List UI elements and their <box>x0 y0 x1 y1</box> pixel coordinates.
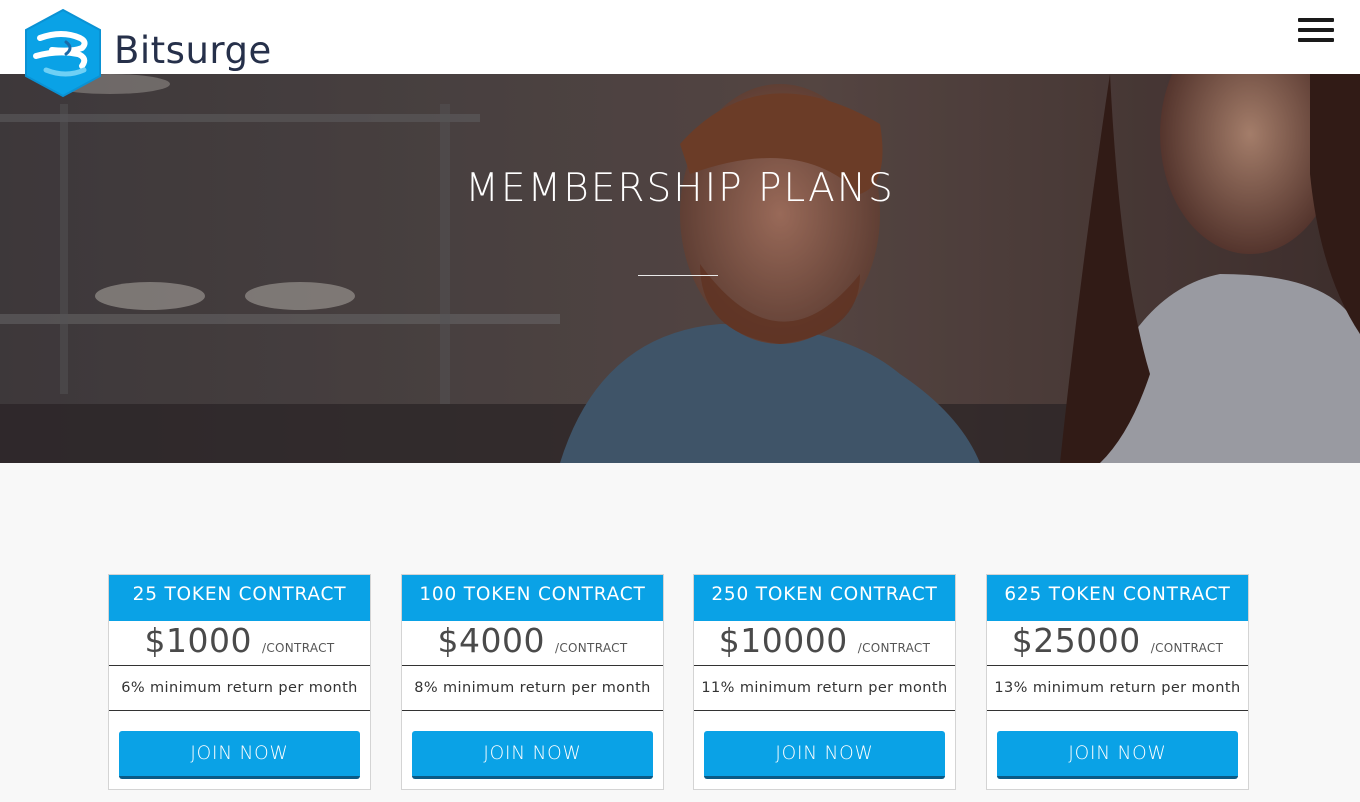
hero-background-image <box>0 74 1360 463</box>
plan-return: 6% minimum return per month <box>109 666 370 711</box>
plan-card: 100 TOKEN CONTRACT $4000 /CONTRACT 8% mi… <box>401 574 664 790</box>
plan-card: 625 TOKEN CONTRACT $25000 /CONTRACT 13% … <box>986 574 1249 790</box>
plan-price: $25000 <box>1011 621 1141 660</box>
plan-title: 25 TOKEN CONTRACT <box>109 575 370 621</box>
plan-price: $10000 <box>718 621 848 660</box>
plan-price-row: $10000 /CONTRACT <box>694 621 955 666</box>
plan-price-unit: /CONTRACT <box>1150 641 1224 655</box>
page-title: MEMBERSHIP PLANS <box>465 166 895 211</box>
plan-return: 8% minimum return per month <box>402 666 663 711</box>
brand-name: Bitsurge <box>114 28 272 72</box>
plan-return: 13% minimum return per month <box>987 666 1248 711</box>
plan-price-row: $1000 /CONTRACT <box>109 621 370 666</box>
plan-card: 25 TOKEN CONTRACT $1000 /CONTRACT 6% min… <box>108 574 371 790</box>
site-header: Bitsurge <box>0 0 1360 98</box>
hamburger-menu-icon[interactable] <box>1298 18 1334 46</box>
plan-price: $1000 <box>144 621 253 660</box>
membership-plans-section: 25 TOKEN CONTRACT $1000 /CONTRACT 6% min… <box>0 463 1360 802</box>
plan-card: 250 TOKEN CONTRACT $10000 /CONTRACT 11% … <box>693 574 956 790</box>
title-divider <box>638 275 718 276</box>
plan-return: 11% minimum return per month <box>694 666 955 711</box>
plan-price: $4000 <box>437 621 546 660</box>
join-now-button[interactable]: JOIN NOW <box>119 731 360 779</box>
plan-title: 625 TOKEN CONTRACT <box>987 575 1248 621</box>
join-now-button[interactable]: JOIN NOW <box>997 731 1238 779</box>
plan-title: 250 TOKEN CONTRACT <box>694 575 955 621</box>
plan-price-unit: /CONTRACT <box>555 641 628 655</box>
plan-price-row: $4000 /CONTRACT <box>402 621 663 666</box>
hero-banner: MEMBERSHIP PLANS <box>0 74 1360 463</box>
plan-price-unit: /CONTRACT <box>262 641 335 655</box>
plan-price-row: $25000 /CONTRACT <box>987 621 1248 666</box>
plan-title: 100 TOKEN CONTRACT <box>402 575 663 621</box>
brand-logo[interactable]: Bitsurge <box>22 8 272 98</box>
join-now-button[interactable]: JOIN NOW <box>704 731 945 779</box>
plan-price-unit: /CONTRACT <box>857 641 931 655</box>
join-now-button[interactable]: JOIN NOW <box>412 731 653 779</box>
bitsurge-logo-icon <box>25 8 101 98</box>
